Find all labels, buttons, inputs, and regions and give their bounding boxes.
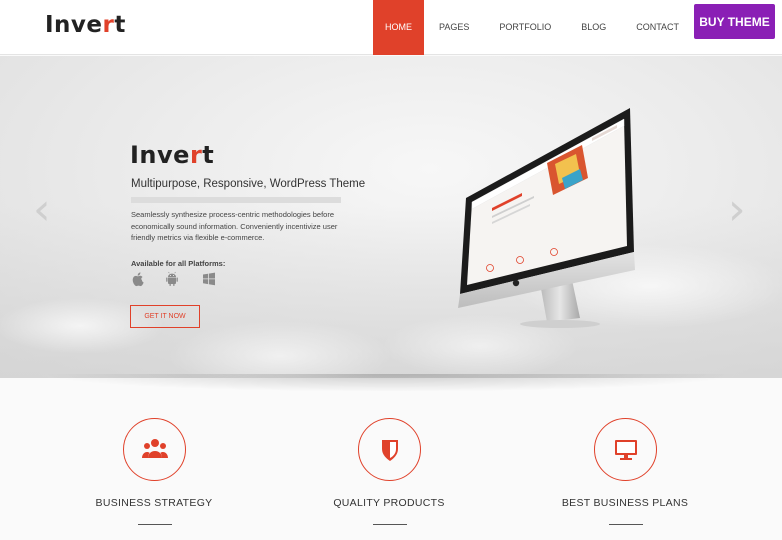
feature-circle-business-plans bbox=[594, 418, 657, 481]
hero-slider bbox=[0, 56, 782, 378]
feature-title-quality-products: QUALITY PRODUCTS bbox=[333, 497, 445, 509]
nav-pages[interactable]: PAGES bbox=[424, 0, 484, 55]
monitor-icon bbox=[615, 440, 637, 460]
hero-logo-text-end: t bbox=[202, 141, 215, 169]
users-icon bbox=[142, 439, 168, 458]
logo-text-start: Inve bbox=[45, 12, 103, 38]
get-it-now-button[interactable]: GET IT NOW bbox=[130, 305, 200, 328]
logo-mark: r bbox=[102, 12, 115, 38]
hero-divider bbox=[131, 197, 341, 203]
feature-underline bbox=[138, 524, 172, 525]
apple-icon bbox=[132, 272, 144, 287]
hero-shadow bbox=[40, 374, 742, 392]
buy-theme-button[interactable]: BUY THEME bbox=[694, 4, 775, 39]
feature-title-business-strategy: BUSINESS STRATEGY bbox=[95, 497, 213, 509]
feature-title-business-plans: BEST BUSINESS PLANS bbox=[561, 497, 689, 509]
hero-tagline: Multipurpose, Responsive, WordPress Them… bbox=[131, 178, 366, 190]
imac-illustration bbox=[458, 108, 635, 328]
windows-icon bbox=[203, 272, 215, 286]
hero-logo-mark: r bbox=[189, 141, 203, 169]
feature-circle-quality-products bbox=[358, 418, 421, 481]
hero-description: Seamlessly synthesize process-centric me… bbox=[131, 210, 338, 242]
feature-circle-business-strategy bbox=[123, 418, 186, 481]
feature-underline bbox=[373, 524, 407, 525]
nav-blog[interactable]: BLOG bbox=[566, 0, 621, 55]
nav-portfolio[interactable]: PORTFOLIO bbox=[484, 0, 566, 55]
site-logo[interactable]: Invert bbox=[45, 12, 126, 38]
slider-prev-arrow[interactable]: ‹ bbox=[33, 188, 51, 232]
android-icon bbox=[166, 271, 178, 286]
site-header: Invert HOME PAGES PORTFOLIO BLOG CONTACT… bbox=[0, 0, 782, 55]
platforms-label: Available for all Platforms: bbox=[131, 259, 226, 268]
shield-icon bbox=[382, 440, 398, 461]
nav-home[interactable]: HOME bbox=[373, 0, 424, 55]
logo-text-end: t bbox=[114, 12, 126, 38]
hero-clouds bbox=[0, 206, 782, 378]
nav-contact[interactable]: CONTACT bbox=[621, 0, 694, 55]
slider-next-arrow[interactable]: › bbox=[728, 188, 746, 232]
feature-underline bbox=[609, 524, 643, 525]
hero-logo: Invert bbox=[130, 141, 214, 169]
hero-logo-text-start: Inve bbox=[130, 141, 190, 169]
page: Invert HOME PAGES PORTFOLIO BLOG CONTACT… bbox=[0, 0, 782, 540]
